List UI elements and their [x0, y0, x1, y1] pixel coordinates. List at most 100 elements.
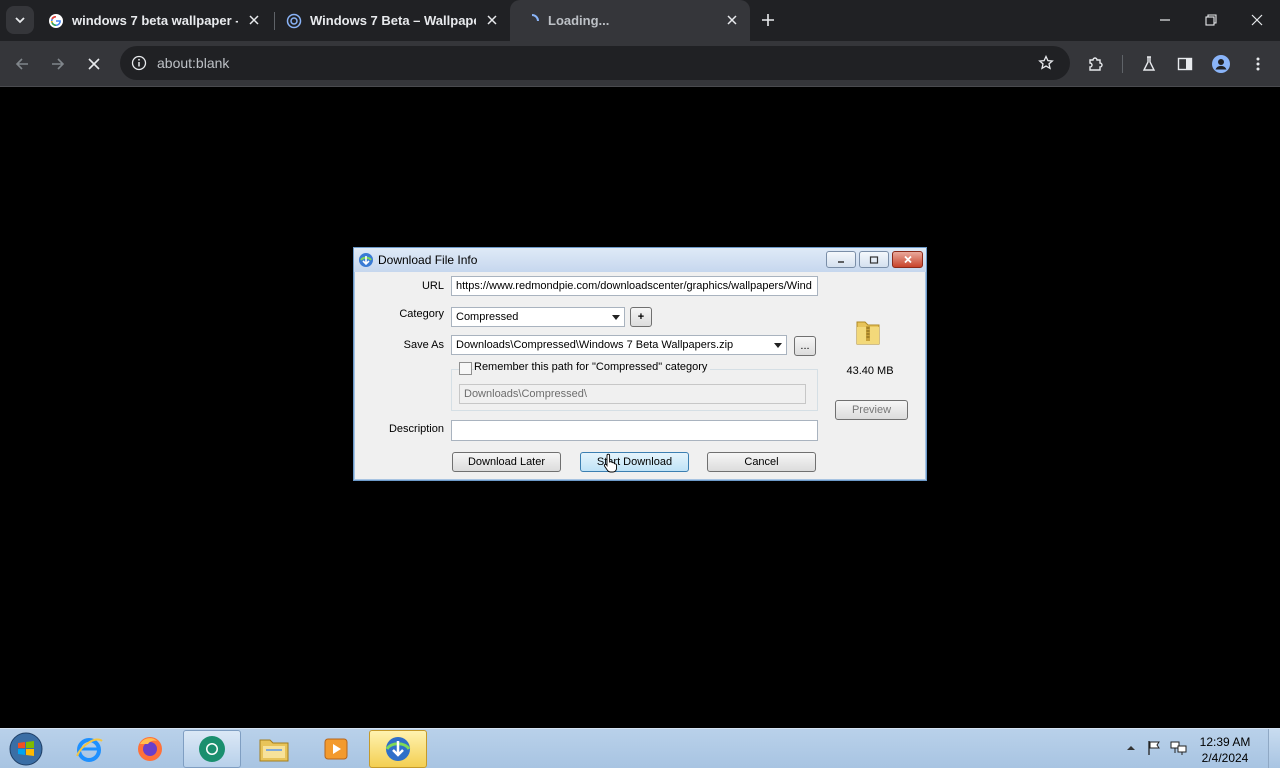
flag-icon: [1148, 741, 1160, 755]
tab-title: Loading...: [548, 13, 610, 28]
zip-folder-icon: [856, 321, 880, 345]
show-desktop-button[interactable]: [1268, 729, 1280, 768]
taskbar-internet-explorer[interactable]: [60, 730, 118, 768]
close-window-button[interactable]: [1234, 0, 1280, 40]
browser-toolbar: about:blank: [0, 41, 1280, 87]
bookmark-star-icon[interactable]: [1036, 53, 1056, 73]
windows-taskbar: 12:39 AM 2/4/2024: [0, 728, 1280, 768]
labs-button[interactable]: [1135, 50, 1163, 78]
tab-close-button[interactable]: [724, 12, 740, 28]
tab-strip: windows 7 beta wallpaper - Go Windows 7 …: [0, 0, 1280, 41]
minimize-button[interactable]: [1142, 0, 1188, 40]
tab-wallpaper-page[interactable]: Windows 7 Beta – Wallpaper P: [278, 0, 510, 41]
restore-button[interactable]: [1188, 0, 1234, 40]
chevron-up-icon: [1127, 746, 1135, 750]
taskbar-chrome-canary[interactable]: [183, 730, 241, 768]
action-center-flag[interactable]: [1145, 739, 1163, 757]
profile-button[interactable]: [1207, 50, 1235, 78]
dialog-title: Download File Info: [378, 253, 478, 267]
remember-path-label[interactable]: Remember this path for "Compressed" cate…: [474, 361, 711, 373]
back-button[interactable]: [8, 50, 36, 78]
side-panel-button[interactable]: [1171, 50, 1199, 78]
save-as-select[interactable]: Downloads\Compressed\Windows 7 Beta Wall…: [451, 335, 787, 355]
start-button[interactable]: [6, 730, 46, 768]
clock-time: 12:39 AM: [1199, 735, 1251, 749]
download-later-button[interactable]: Download Later: [452, 452, 561, 472]
preview-button[interactable]: Preview: [835, 400, 908, 420]
description-label: Description: [388, 423, 444, 435]
puzzle-icon: [1089, 57, 1103, 71]
system-clock[interactable]: 12:39 AM 2/4/2024: [1196, 734, 1254, 766]
new-tab-button[interactable]: [758, 10, 778, 30]
file-size: 43.40 MB: [846, 365, 894, 377]
cancel-button[interactable]: Cancel: [707, 452, 816, 472]
tab-title: windows 7 beta wallpaper - Go: [72, 13, 238, 28]
chrome-canary-icon: [199, 736, 225, 762]
minimize-icon: [838, 260, 844, 263]
close-icon: [487, 15, 497, 25]
forward-arrow-icon: [52, 58, 65, 70]
taskbar-media-player[interactable]: [307, 730, 365, 768]
browse-button[interactable]: ...: [794, 336, 816, 356]
internet-explorer-icon: [76, 738, 103, 762]
close-icon: [88, 58, 100, 70]
site-info-icon[interactable]: [128, 52, 150, 74]
screen: windows 7 beta wallpaper - Go Windows 7 …: [0, 0, 1280, 768]
stop-loading-button[interactable]: [80, 50, 108, 78]
profile-avatar-icon: [1212, 55, 1230, 73]
network-status[interactable]: [1170, 739, 1188, 757]
address-text[interactable]: about:blank: [157, 55, 229, 71]
side-panel-icon: [1177, 57, 1193, 71]
loading-spinner-icon: [531, 13, 539, 21]
plus-icon: [762, 14, 774, 26]
file-explorer-icon: [259, 739, 289, 762]
browser-menu-button[interactable]: [1244, 50, 1272, 78]
tab-title: Windows 7 Beta – Wallpaper P: [310, 13, 476, 28]
dialog-close-button[interactable]: [892, 251, 923, 268]
tab-close-button[interactable]: [484, 12, 500, 28]
start-download-button[interactable]: Start Download: [580, 452, 689, 472]
site-icon: [286, 13, 302, 28]
chevron-down-icon: [15, 17, 25, 24]
firefox-icon: [138, 737, 162, 761]
show-hidden-icons-button[interactable]: [1122, 739, 1140, 757]
category-label: Category: [399, 308, 444, 320]
remember-path-checkbox[interactable]: [459, 362, 472, 375]
google-icon: [49, 13, 63, 28]
extensions-button[interactable]: [1082, 50, 1110, 78]
tab-close-button[interactable]: [246, 12, 262, 28]
hand-cursor-icon: [603, 453, 617, 473]
close-icon: [1251, 14, 1263, 26]
save-as-label: Save As: [403, 339, 444, 351]
maximize-icon: [869, 255, 879, 264]
dialog-minimize-button[interactable]: [826, 251, 856, 268]
back-arrow-icon: [15, 58, 28, 70]
media-player-icon: [324, 738, 348, 760]
url-field[interactable]: https://www.redmondpie.com/downloadscent…: [451, 276, 818, 296]
dropdown-arrow-icon: [774, 343, 782, 348]
tab-loading[interactable]: Loading...: [510, 0, 750, 41]
category-select-value: Compressed: [456, 311, 519, 323]
network-icon: [1170, 741, 1187, 755]
clock-date: 2/4/2024: [1201, 751, 1249, 765]
taskbar-firefox[interactable]: [121, 730, 179, 768]
internet-download-manager-icon: [359, 253, 373, 267]
toolbar-separator: [1122, 55, 1123, 73]
description-field[interactable]: [451, 420, 818, 441]
add-category-button[interactable]: +: [630, 307, 652, 327]
forward-button[interactable]: [44, 50, 72, 78]
tab-google-search[interactable]: windows 7 beta wallpaper - Go: [40, 0, 272, 41]
more-vertical-icon: [1256, 57, 1260, 71]
taskbar-file-explorer[interactable]: [245, 730, 303, 768]
category-select[interactable]: Compressed: [451, 307, 625, 327]
dialog-maximize-button[interactable]: [859, 251, 889, 268]
download-file-info-dialog: Download File Info URL https://www.redmo…: [353, 247, 927, 481]
dialog-titlebar[interactable]: Download File Info: [354, 248, 926, 272]
flask-icon: [1142, 56, 1156, 71]
taskbar-internet-download-manager[interactable]: [369, 730, 427, 768]
address-bar[interactable]: about:blank: [120, 46, 1070, 80]
close-icon: [903, 255, 912, 264]
tab-search-button[interactable]: [6, 6, 34, 34]
close-icon: [249, 15, 259, 25]
dropdown-arrow-icon: [612, 315, 620, 320]
